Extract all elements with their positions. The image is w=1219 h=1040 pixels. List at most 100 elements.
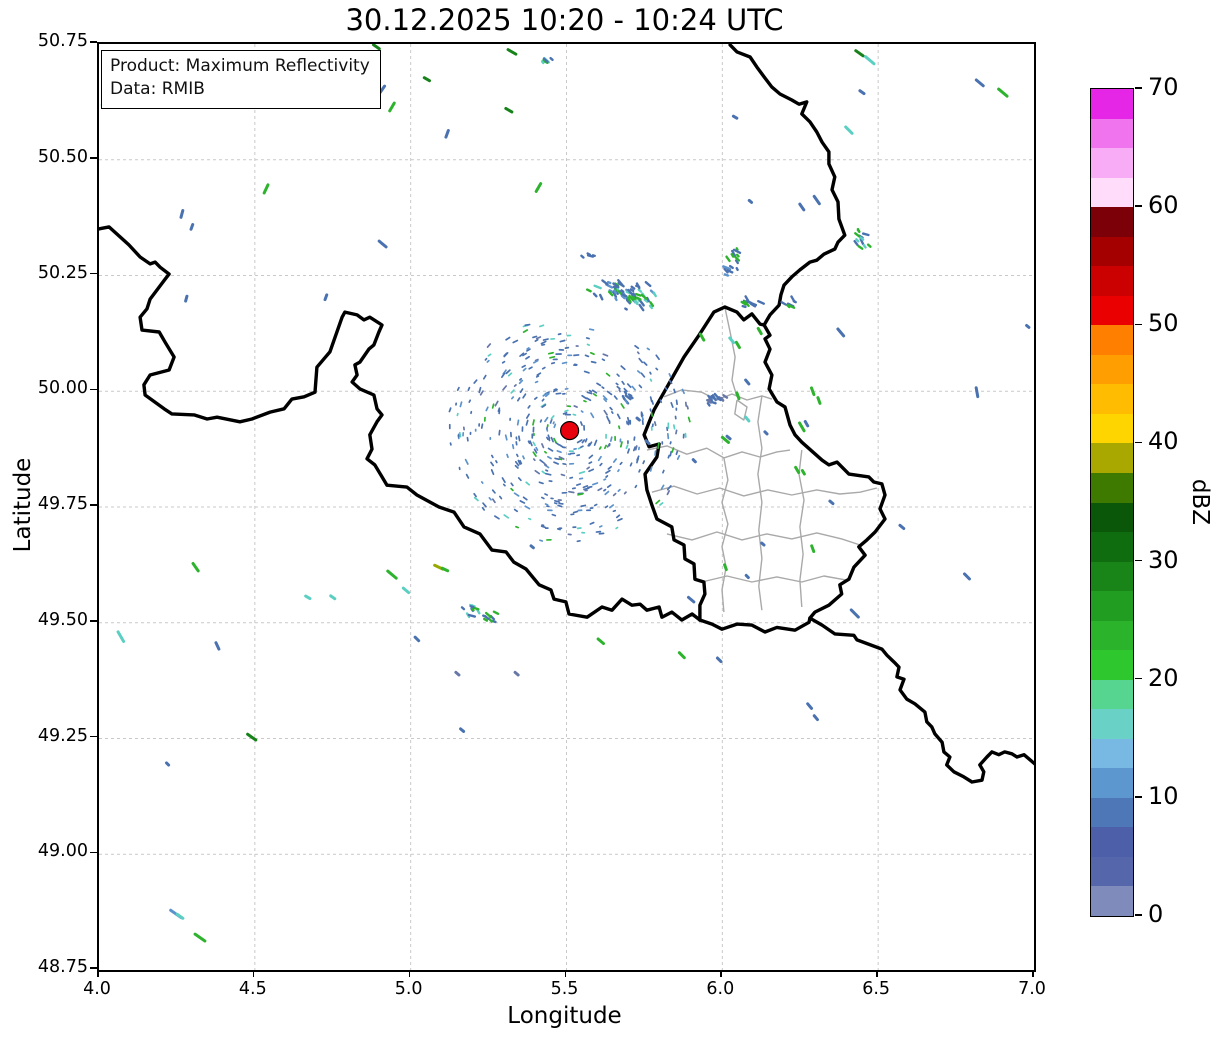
clutter-dash	[573, 354, 580, 357]
colorbar-tick-label: 60	[1148, 191, 1179, 220]
clutter-dash	[585, 337, 590, 340]
clutter-dash	[572, 526, 577, 529]
clutter-dash	[528, 366, 533, 370]
echo-streak	[175, 912, 185, 920]
colorbar-tick-label: 40	[1148, 427, 1179, 456]
clutter-dash	[638, 468, 641, 473]
echo-streak	[444, 129, 450, 139]
colorbar-tick-label: 70	[1148, 73, 1179, 101]
colorbar-tick-label: 50	[1148, 309, 1179, 338]
echo-streak	[810, 544, 816, 553]
echo-streak	[534, 182, 543, 193]
country-border	[728, 44, 847, 327]
echo-streak	[691, 458, 697, 464]
colorbar-tick-mark	[1135, 796, 1142, 798]
colorbar-band	[1091, 649, 1133, 680]
echo-streak	[401, 586, 411, 595]
echo-streak	[246, 732, 258, 742]
clutter-dash	[638, 384, 643, 389]
clutter-dash	[546, 538, 552, 541]
clutter-dash	[562, 462, 567, 466]
clutter-dash	[509, 417, 512, 422]
clutter-dash	[462, 431, 465, 437]
colorbar-band	[1091, 885, 1133, 916]
clutter-dash	[637, 446, 641, 451]
radar-site-marker	[560, 421, 580, 441]
x-axis-label: Longitude	[507, 1003, 622, 1029]
clutter-dash	[550, 415, 555, 420]
clutter-dash	[604, 444, 607, 450]
colorbar-band	[1091, 767, 1133, 798]
y-tick-mark	[90, 157, 97, 159]
clutter-dash	[675, 399, 678, 406]
colorbar-tick-mark	[1135, 677, 1142, 680]
clutter-dash	[509, 431, 512, 438]
colorbar-band	[1091, 826, 1133, 857]
clutter-dash	[532, 441, 536, 447]
clutter-dash	[603, 488, 607, 492]
colorbar-tick-label: 10	[1148, 781, 1179, 810]
clutter-dash	[579, 421, 583, 426]
y-tick-mark	[90, 388, 97, 390]
clutter-dash	[605, 475, 609, 478]
clutter-dash	[525, 481, 531, 486]
clutter-dash	[564, 387, 569, 390]
colorbar-band	[1091, 472, 1133, 503]
colorbar-band	[1091, 118, 1133, 149]
clutter-dash	[558, 502, 564, 505]
clutter-dash	[618, 425, 621, 430]
echo-streak	[734, 340, 741, 350]
echo-streak	[747, 198, 754, 204]
echo-streak	[731, 114, 739, 120]
clutter-dash	[661, 441, 664, 445]
clutter-dash	[583, 424, 586, 431]
clutter-dash	[676, 454, 681, 461]
echo-streak	[854, 49, 865, 58]
clutter-dash	[599, 462, 603, 467]
clutter-dash	[522, 367, 527, 372]
clutter-dash	[569, 476, 574, 479]
clutter-dash	[502, 385, 508, 391]
echo-cluster-dash	[757, 299, 765, 305]
clutter-dash	[522, 329, 529, 333]
clutter-dash	[627, 421, 630, 426]
clutter-dash	[634, 344, 640, 350]
echo-streak	[304, 594, 312, 601]
clutter-dash	[503, 352, 509, 358]
echo-cluster-dash	[725, 255, 731, 263]
x-tick-mark	[408, 970, 411, 977]
clutter-dash	[588, 328, 595, 331]
canton-border	[651, 485, 878, 497]
clutter-dash	[566, 405, 572, 408]
clutter-dash	[544, 493, 549, 496]
clutter-dash	[634, 484, 638, 489]
clutter-dash	[546, 424, 549, 428]
clutter-dash	[605, 469, 611, 474]
clutter-dash	[504, 434, 508, 441]
colorbar-label-wrap: dBZ	[1183, 88, 1217, 915]
clutter-dash	[547, 455, 552, 460]
clutter-dash	[655, 367, 659, 371]
clutter-dash	[608, 420, 611, 424]
clutter-dash	[519, 500, 526, 504]
echo-streak	[858, 89, 866, 96]
clutter-dash	[528, 517, 532, 521]
colorbar-band	[1091, 413, 1133, 444]
clutter-dash	[546, 509, 553, 512]
clutter-dash	[601, 358, 606, 362]
clutter-dash	[629, 419, 632, 425]
clutter-dash	[667, 454, 671, 459]
colorbar-band	[1091, 442, 1133, 473]
clutter-dash	[486, 359, 490, 363]
clutter-dash	[623, 491, 627, 495]
clutter-dash	[631, 385, 636, 391]
clutter-dash	[636, 457, 640, 464]
clutter-dash	[498, 495, 503, 500]
clutter-dash	[646, 347, 651, 351]
clutter-dash	[544, 416, 549, 423]
echo-cluster-dash	[460, 606, 466, 611]
x-tick-mark	[876, 970, 878, 977]
clutter-dash	[513, 492, 520, 497]
clutter-dash	[567, 533, 572, 536]
clutter-dash	[590, 412, 595, 419]
